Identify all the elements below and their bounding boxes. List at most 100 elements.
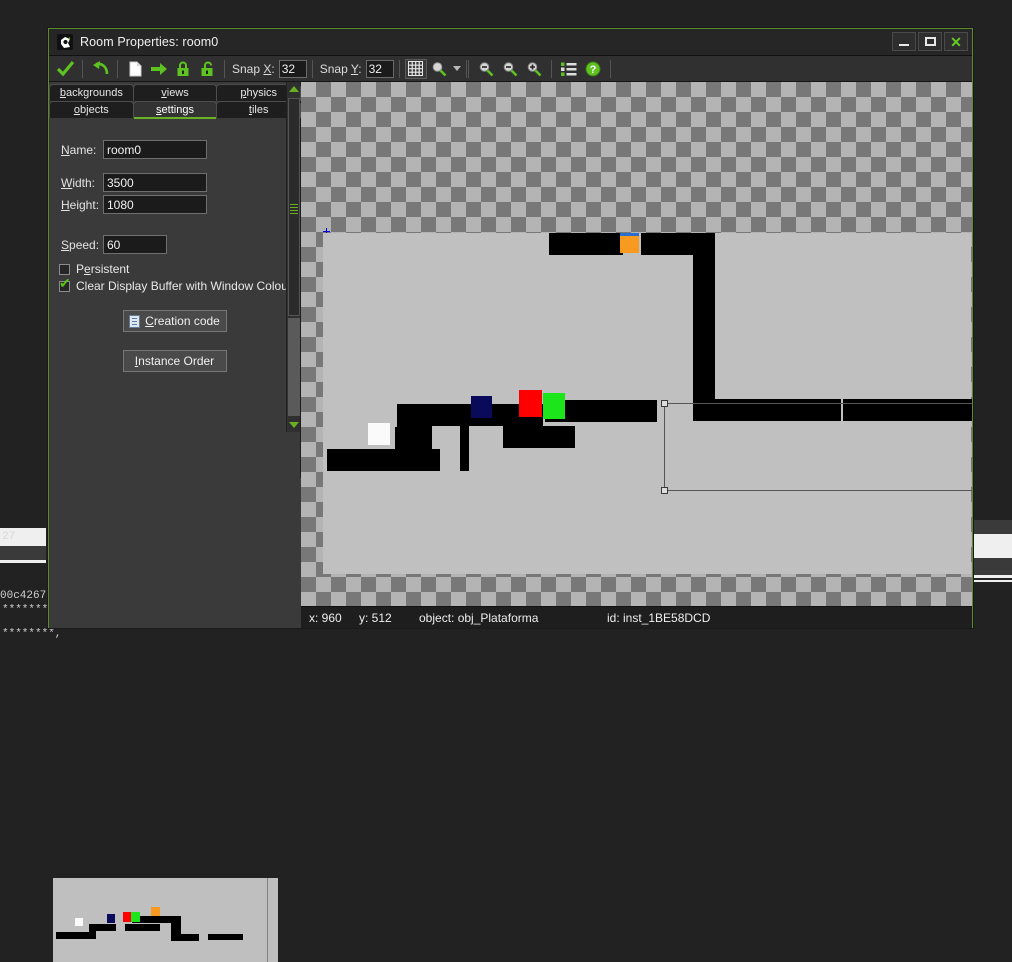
platform-block[interactable] [549, 233, 623, 255]
name-label: Name: [61, 143, 103, 157]
orange-block-instance[interactable] [620, 233, 639, 253]
scroll-down-button[interactable] [287, 418, 301, 432]
settings-scrollbar[interactable] [286, 82, 300, 432]
tab-backgrounds[interactable]: backgrounds [49, 84, 134, 101]
preview-instance-white [75, 918, 83, 926]
clear-buffer-checkbox[interactable] [59, 281, 70, 292]
room-properties-window: Room Properties: room0 ✕ [48, 28, 973, 628]
new-page-icon[interactable] [123, 58, 147, 80]
scrollbar-track-lower[interactable] [288, 318, 300, 416]
tab-row-bottom: objects settings tiles [49, 101, 300, 117]
chevron-down-scroll-icon [289, 422, 299, 428]
settings-bottom-pane [49, 570, 301, 628]
zoom-reset-icon[interactable] [498, 58, 522, 80]
close-button[interactable]: ✕ [944, 32, 968, 51]
list-properties-icon[interactable] [557, 58, 581, 80]
platform-block[interactable] [843, 399, 972, 421]
zoom-in-icon[interactable] [522, 58, 546, 80]
bg-dark-strip-right-2 [974, 558, 1012, 575]
help-question-icon[interactable]: ? [581, 58, 605, 80]
chevron-up-icon [289, 86, 299, 92]
green-block-instance[interactable] [543, 393, 565, 419]
cursor-x-value: x: 960 [309, 611, 351, 625]
persistent-label: Persistent [76, 262, 129, 276]
room-editor-area: x: 960 y: 512 object: obj_Plataforma id:… [301, 82, 972, 628]
shift-right-arrow-icon[interactable] [147, 58, 171, 80]
preview-instance-green [131, 912, 140, 922]
platform-block[interactable] [693, 399, 841, 421]
white-block-instance[interactable] [368, 423, 390, 445]
preview-instance-navy [107, 914, 115, 923]
navy-block-instance[interactable] [471, 396, 492, 418]
bg-fragment-line4: ********, [2, 628, 61, 640]
toolbar-separator-2 [117, 60, 118, 78]
blue-top-edge-instance [620, 233, 639, 236]
preview-platform [171, 934, 199, 941]
zoom-out-icon[interactable] [474, 58, 498, 80]
preview-instance-orange [151, 907, 160, 916]
toolbar-separator-8 [551, 60, 552, 78]
persistent-row[interactable]: Persistent [49, 262, 300, 276]
platform-block[interactable] [327, 449, 440, 471]
window-controls: ✕ [892, 32, 968, 51]
creation-code-button[interactable]: Creation code [123, 310, 227, 332]
speed-row: Speed: [49, 235, 300, 254]
red-block-instance[interactable] [519, 390, 542, 417]
minimize-icon [899, 44, 909, 46]
speed-label: Speed: [61, 238, 103, 252]
preview-platform [208, 934, 243, 940]
form-spacer-2 [49, 214, 300, 228]
undo-icon[interactable] [88, 58, 112, 80]
toolbar-separator-4 [312, 60, 313, 78]
width-row: Width: [49, 173, 300, 192]
grid-icon[interactable] [405, 59, 427, 79]
form-spacer-4 [49, 296, 300, 310]
window-titlebar[interactable]: Room Properties: room0 ✕ [49, 29, 972, 56]
name-row: Name: [49, 140, 300, 159]
bg-dark-strip-right-1 [974, 520, 1012, 534]
platform-block[interactable] [693, 255, 715, 421]
persistent-checkbox[interactable] [59, 264, 70, 275]
width-label: Width: [61, 176, 103, 190]
preview-platform [125, 924, 160, 931]
form-spacer-3 [49, 254, 300, 262]
toolbar-separator-6 [466, 60, 467, 78]
ok-check-icon[interactable] [53, 58, 77, 80]
clear-buffer-row[interactable]: Clear Display Buffer with Window Colour [49, 279, 300, 293]
room-preview-pane [49, 478, 301, 570]
chevron-down-icon[interactable] [453, 66, 461, 71]
platform-block[interactable] [397, 426, 432, 449]
maximize-button[interactable] [918, 32, 942, 51]
form-spacer-5 [49, 332, 300, 350]
minimize-button[interactable] [892, 32, 916, 51]
lock-open-icon[interactable] [195, 58, 219, 80]
height-input[interactable] [103, 195, 207, 214]
instance-order-button[interactable]: Instance Order [123, 350, 227, 372]
snap-x-input[interactable] [279, 60, 307, 78]
tab-row-top: backgrounds views physics [49, 84, 300, 100]
name-input[interactable] [103, 140, 207, 159]
tab-views[interactable]: views [133, 84, 218, 101]
platform-block[interactable] [460, 426, 469, 471]
settings-form: Name: Width: Height: Speed: [49, 116, 300, 372]
snap-y-input[interactable] [366, 60, 394, 78]
instance-id-value: id: inst_1BE58DCD [607, 611, 710, 625]
scrollbar-thumb[interactable] [288, 98, 300, 316]
platform-block[interactable] [503, 426, 575, 448]
room-canvas[interactable] [301, 82, 972, 606]
toolbar-separator-5 [399, 60, 400, 78]
room-preview-thumbnail[interactable] [53, 878, 278, 962]
scroll-up-button[interactable] [287, 82, 301, 96]
width-input[interactable] [103, 173, 207, 192]
close-icon: ✕ [950, 35, 962, 49]
object-name-value: object: obj_Plataforma [419, 611, 599, 625]
bg-hairline-left [0, 560, 46, 563]
clear-buffer-label: Clear Display Buffer with Window Colour [76, 279, 292, 293]
magnifier-icon[interactable] [427, 58, 451, 80]
platform-block[interactable] [641, 233, 693, 255]
bg-dark-strip-left [0, 546, 46, 560]
lock-closed-icon[interactable] [171, 58, 195, 80]
height-label: Height: [61, 198, 103, 212]
speed-input[interactable] [103, 235, 167, 254]
room-viewport[interactable] [323, 233, 971, 574]
